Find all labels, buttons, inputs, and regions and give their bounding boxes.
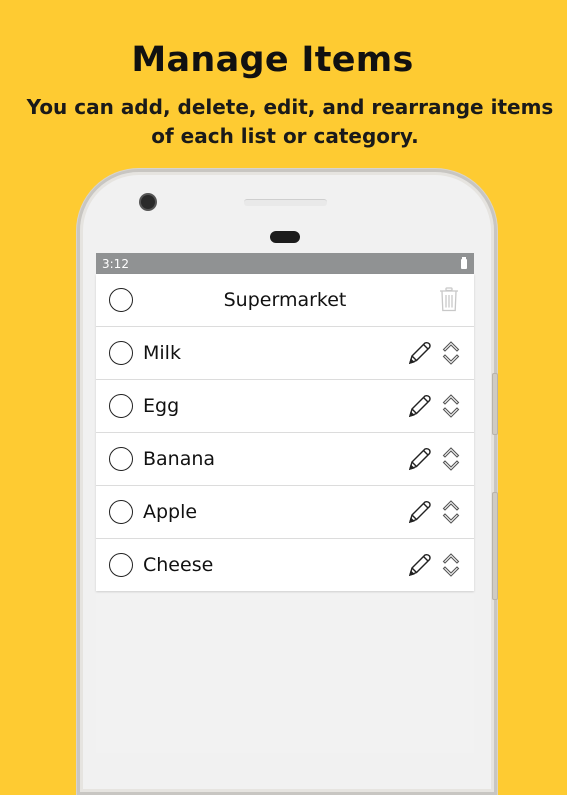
phone-volume-button: [492, 373, 498, 435]
phone-power-button: [492, 492, 498, 600]
item-checkbox[interactable]: [109, 553, 133, 577]
trash-icon[interactable]: [439, 287, 459, 312]
item-checkbox[interactable]: [109, 341, 133, 365]
pencil-icon[interactable]: [408, 447, 432, 471]
promo-subtitle-line1: You can add, delete, edit, and rearrange…: [26, 95, 554, 119]
item-label: Apple: [143, 501, 198, 523]
list-item[interactable]: Banana: [96, 433, 474, 486]
list-item[interactable]: Egg: [96, 380, 474, 433]
item-label: Banana: [143, 448, 216, 470]
pencil-icon[interactable]: [408, 500, 432, 524]
item-checkbox[interactable]: [109, 500, 133, 524]
phone-screen: 3:12 Supermarket Milk Egg Banana Apple C…: [96, 253, 474, 753]
list-title: Supermarket: [223, 289, 347, 311]
pencil-icon[interactable]: [408, 394, 432, 418]
promo-subtitle: You can add, delete, edit, and rearrange…: [0, 93, 567, 151]
promo-subtitle-line2: of each list or category.: [151, 124, 419, 148]
status-time: 3:12: [102, 256, 129, 271]
item-label: Egg: [143, 395, 180, 417]
pencil-icon[interactable]: [408, 341, 432, 365]
reorder-chevrons-icon[interactable]: [442, 393, 460, 419]
item-label: Milk: [143, 342, 181, 364]
pencil-icon[interactable]: [408, 553, 432, 577]
earpiece-speaker: [244, 199, 327, 206]
promo-headline: Manage Items: [131, 40, 414, 80]
list-item[interactable]: Apple: [96, 486, 474, 539]
item-checkbox[interactable]: [109, 447, 133, 471]
item-list: Supermarket Milk Egg Banana Apple Cheese: [96, 274, 474, 591]
status-bar: 3:12: [96, 253, 474, 274]
reorder-chevrons-icon[interactable]: [442, 552, 460, 578]
list-header: Supermarket: [96, 274, 474, 327]
battery-icon: [461, 256, 467, 269]
item-label: Cheese: [143, 554, 214, 576]
front-camera: [141, 195, 155, 209]
reorder-chevrons-icon[interactable]: [442, 340, 460, 366]
item-checkbox[interactable]: [109, 394, 133, 418]
reorder-chevrons-icon[interactable]: [442, 499, 460, 525]
reorder-chevrons-icon[interactable]: [442, 446, 460, 472]
list-item[interactable]: Milk: [96, 327, 474, 380]
proximity-sensor: [270, 231, 300, 243]
list-item[interactable]: Cheese: [96, 539, 474, 591]
